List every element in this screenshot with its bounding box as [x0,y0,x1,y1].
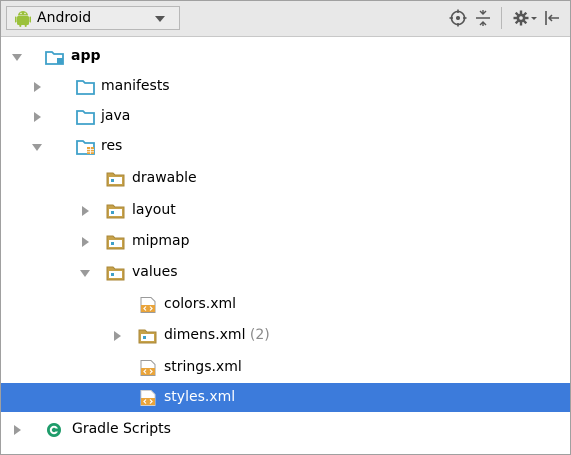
tree-node-mipmap[interactable]: mipmap [1,227,570,256]
project-panel: Android app manifests java res drawable … [0,0,571,455]
tree-node-values[interactable]: values [1,258,570,287]
toolbar-separator [501,7,502,29]
tree-label: res [101,138,123,154]
tree-label: drawable [132,170,197,186]
gear-icon[interactable] [511,8,539,28]
folder-icon [106,234,126,250]
tree-label: manifests [101,78,170,94]
expand-arrow-icon[interactable] [79,267,91,279]
collapse-icon[interactable] [473,8,493,28]
xml-file-icon [139,360,157,376]
tree-label: layout [132,202,176,218]
chevron-down-icon [155,16,165,22]
hide-icon[interactable] [543,8,561,28]
folder-icon [106,203,126,219]
xml-file-icon [139,297,157,313]
expand-arrow-icon[interactable] [79,205,91,217]
expand-arrow-icon[interactable] [31,81,43,93]
tree-label: colors.xml [164,296,237,312]
tree-node-colors-xml[interactable]: colors.xml [1,290,570,319]
tree-label: mipmap [132,233,190,249]
tree-node-dimens-xml[interactable]: dimens.xml (2) [1,321,570,350]
tree-label: java [101,108,131,124]
expand-arrow-icon[interactable] [31,111,43,123]
tree-node-layout[interactable]: layout [1,196,570,225]
android-icon [15,9,31,27]
tree-node-drawable[interactable]: drawable [1,164,570,193]
expand-arrow-icon[interactable] [79,236,91,248]
folder-icon [106,171,126,187]
tree-node-res[interactable]: res [1,132,570,161]
tree-node-app[interactable]: app [1,42,570,71]
gradle-icon [45,422,65,438]
project-view-label: Android [37,10,92,26]
tree-label: strings.xml [164,359,242,375]
file-name: dimens.xml [164,327,246,343]
tree-label: Gradle Scripts [72,421,171,437]
tree-node-java[interactable]: java [1,102,570,131]
expand-arrow-icon[interactable] [11,424,23,436]
expand-arrow-icon[interactable] [31,141,43,153]
tree-label: app [71,48,101,64]
project-view-dropdown[interactable]: Android [6,6,180,30]
target-icon[interactable] [448,8,468,28]
tree-label: values [132,264,178,280]
file-count: (2) [249,327,270,343]
project-toolbar: Android [1,1,570,37]
expand-arrow-icon[interactable] [111,330,123,342]
folder-icon [138,328,158,344]
folder-icon [76,109,96,125]
tree-node-styles-xml[interactable]: styles.xml [1,383,570,412]
expand-arrow-icon[interactable] [11,51,23,63]
tree-label: dimens.xml (2) [164,326,270,344]
tree-node-gradle-scripts[interactable]: Gradle Scripts [1,415,570,444]
tree-node-manifests[interactable]: manifests [1,72,570,101]
folder-icon [106,265,126,281]
folder-icon [76,79,96,95]
xml-file-icon [139,390,157,406]
tree-node-strings-xml[interactable]: strings.xml [1,353,570,382]
tree-label: styles.xml [164,389,236,405]
module-folder-icon [45,49,65,65]
resource-folder-icon [76,139,96,155]
